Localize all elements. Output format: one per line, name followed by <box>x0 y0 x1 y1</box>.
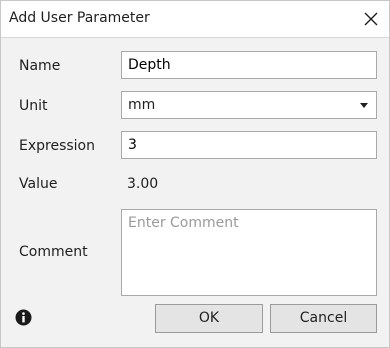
comment-label: Comment <box>19 244 88 260</box>
info-icon[interactable] <box>15 309 32 326</box>
name-field[interactable] <box>121 51 377 79</box>
cancel-button[interactable]: Cancel <box>270 304 377 333</box>
name-input[interactable] <box>128 52 370 78</box>
comment-field[interactable] <box>121 209 377 296</box>
expression-label: Expression <box>19 138 95 154</box>
value-readout: 3.00 <box>127 176 159 192</box>
ok-button[interactable]: OK <box>155 304 263 333</box>
dialog-title: Add User Parameter <box>9 10 150 26</box>
chevron-down-icon <box>360 103 368 108</box>
value-label: Value <box>19 176 58 192</box>
expression-field[interactable] <box>121 131 377 159</box>
unit-selected-value: mm <box>128 97 156 113</box>
add-user-parameter-dialog: Add User Parameter Name Unit mm Expressi… <box>0 0 390 348</box>
comment-input[interactable] <box>128 215 370 290</box>
unit-select[interactable]: mm <box>121 91 377 119</box>
name-label: Name <box>19 58 61 74</box>
expression-input[interactable] <box>128 132 370 158</box>
unit-label: Unit <box>19 98 48 114</box>
dialog-titlebar: Add User Parameter <box>1 1 389 38</box>
close-button[interactable] <box>359 7 383 31</box>
close-icon <box>364 12 378 26</box>
